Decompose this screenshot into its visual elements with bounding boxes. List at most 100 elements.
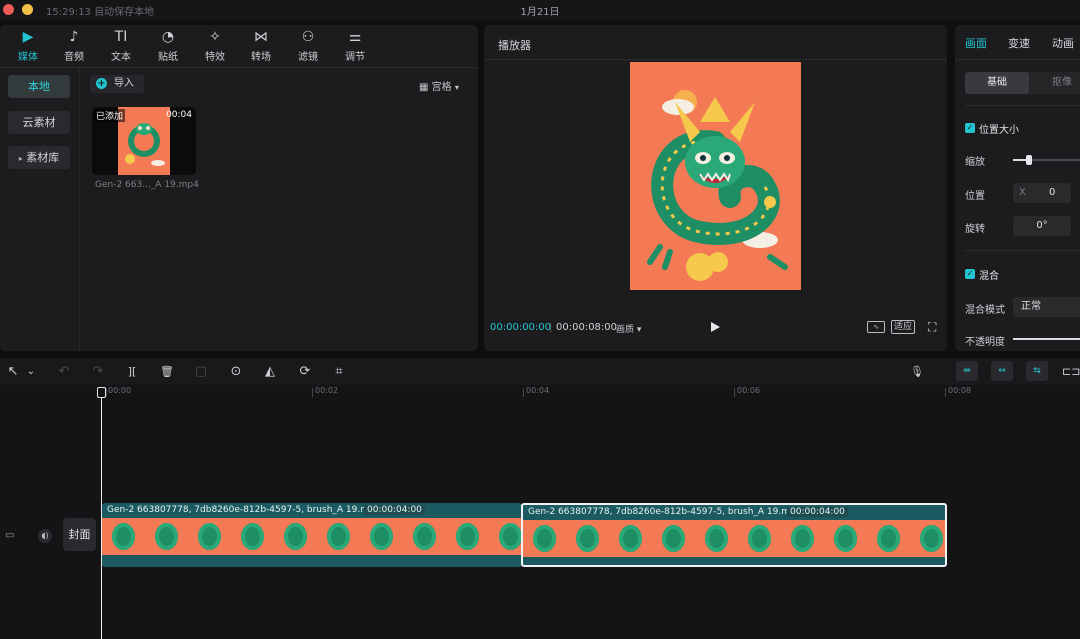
title-bar: 15:29:13 自动保存本地 1月21日 — [0, 0, 1080, 20]
scale-slider-handle[interactable] — [1026, 155, 1032, 165]
tab-effects[interactable]: ✧ 特效 — [195, 28, 235, 63]
tab-transition[interactable]: ⋈ 转场 — [241, 28, 281, 63]
clip-frame — [910, 520, 945, 557]
expand-arrow-icon: ▸ — [18, 154, 23, 163]
dragon-image — [125, 123, 165, 166]
cover-button[interactable]: 封面 — [63, 518, 96, 551]
blend-mode-label: 混合模式 — [965, 305, 1005, 316]
props-separator — [965, 105, 1080, 106]
clip-frame — [652, 520, 695, 557]
total-time: 00:00:08:00 — [556, 322, 618, 333]
props-divider — [955, 59, 1080, 60]
quality-dropdown[interactable]: 画质 ▾ — [616, 322, 641, 335]
tab-filter[interactable]: ⚇ 滤镜 — [288, 28, 328, 63]
snap-icon[interactable]: ⇔ — [991, 361, 1013, 381]
clip-frame — [867, 520, 910, 557]
ruler-label: 00:00 — [108, 386, 132, 395]
clip-frame — [360, 518, 403, 555]
select-tool-dropdown[interactable]: ⌄ — [22, 363, 40, 381]
clip-frame — [489, 518, 522, 555]
tab-audio-label: 音频 — [64, 52, 84, 63]
audio-icon: ♪ — [69, 29, 79, 45]
freeze-icon[interactable]: ▢ — [192, 363, 210, 381]
video-clip[interactable]: Gen-2 663807778, 7db8260e-812b-4597-5, b… — [102, 503, 522, 567]
tab-media-label: 媒体 — [18, 52, 38, 63]
track-mute-icon[interactable]: ◖) — [38, 529, 52, 543]
grid-icon: ▦ — [419, 82, 429, 93]
ruler-tick — [106, 388, 107, 397]
split-icon[interactable]: ][ — [123, 363, 141, 381]
media-thumbnail[interactable]: 已添加 00:04 — [92, 107, 196, 175]
tab-media[interactable]: ▶ 媒体 — [8, 28, 48, 63]
clip-frames — [102, 518, 522, 555]
video-clip-selected[interactable]: Gen-2 663807778, 7db8260e-812b-4597-5, b… — [521, 503, 947, 567]
tab-picture[interactable]: 画面 — [965, 35, 987, 51]
media-panel: ▶ 媒体 ♪ 音频 TI 文本 ◔ 贴纸 ✧ 特效 ⋈ 转场 ⚇ 滤镜 ⚌ 调节 — [0, 25, 478, 351]
tab-animation[interactable]: 动画 — [1052, 35, 1074, 51]
microphone-icon[interactable]: 🎙 — [908, 363, 926, 381]
playhead-handle[interactable] — [97, 387, 106, 398]
rotate-field[interactable]: 0° — [1013, 216, 1071, 236]
clip-frame — [231, 518, 274, 555]
clip-frame — [145, 518, 188, 555]
time-separator: | — [549, 322, 553, 333]
clip-frame — [566, 520, 609, 557]
time-ruler[interactable]: 00:00 00:02 00:04 00:06 00:08 — [100, 385, 1080, 399]
scale-label: 缩放 — [965, 157, 985, 168]
play-button[interactable] — [711, 322, 720, 332]
tab-adjust[interactable]: ⚌ 调节 — [335, 28, 375, 63]
blend-mode-select[interactable]: 正常 — [1013, 297, 1080, 317]
media-sidebar: 本地 云素材 ▸ 素材库 — [0, 68, 80, 351]
linkage-icon[interactable]: ⇹ — [956, 361, 978, 381]
waveform-icon[interactable]: ∿ — [867, 321, 885, 333]
rotate-icon[interactable]: ⟳ — [296, 363, 314, 381]
clip-frame — [781, 520, 824, 557]
reverse-icon[interactable]: ⊙ — [227, 363, 245, 381]
tab-speed[interactable]: 变速 — [1008, 35, 1030, 51]
sticker-icon: ◔ — [161, 29, 175, 45]
delete-icon[interactable]: 🗑 — [158, 363, 176, 381]
clip-duration: 00:00:04:00 — [787, 507, 848, 517]
segment-cutout[interactable]: 抠像 — [1029, 72, 1080, 94]
position-size-checkbox[interactable]: ✓ — [965, 123, 975, 133]
video-editor-window: 15:29:13 自动保存本地 1月21日 ▶ 媒体 ♪ 音频 TI 文本 ◔ … — [0, 0, 1080, 639]
preview-axis-icon[interactable]: ⊏⊐ — [1062, 363, 1080, 381]
adjust-icon: ⚌ — [348, 29, 362, 45]
sidebar-item-cloud[interactable]: 云素材 — [8, 111, 70, 134]
current-time: 00:00:00:00 — [490, 322, 552, 333]
position-x-value: 0 — [1049, 187, 1056, 198]
crop-icon[interactable]: ⌗ — [330, 363, 348, 381]
rotate-label: 旋转 — [965, 224, 985, 235]
fit-ratio-button[interactable]: 适应 — [891, 320, 915, 334]
blend-checkbox[interactable]: ✓ — [965, 269, 975, 279]
text-icon: TI — [114, 29, 128, 45]
filter-icon: ⚇ — [301, 29, 315, 45]
track-video-icon[interactable]: ▭ — [5, 530, 14, 541]
fullscreen-icon[interactable]: ⛶ — [928, 320, 936, 335]
undo-icon[interactable]: ↶ — [55, 363, 73, 381]
chevron-down-icon: ▾ — [454, 83, 459, 92]
redo-icon[interactable]: ↷ — [89, 363, 107, 381]
position-x-field[interactable]: X 0 — [1013, 183, 1071, 203]
project-title: 1月21日 — [520, 7, 560, 18]
opacity-slider[interactable] — [1013, 338, 1080, 340]
player-divider — [484, 59, 947, 60]
properties-panel: 画面 变速 动画 基础 抠像 ✓ 位置大小 缩放 位置 X 0 旋转 0° ✓ … — [955, 25, 1080, 351]
segment-basic[interactable]: 基础 — [965, 72, 1029, 94]
sidebar-item-local[interactable]: 本地 — [8, 75, 70, 98]
position-label: 位置 — [965, 191, 985, 202]
position-size-heading: 位置大小 — [979, 125, 1019, 136]
added-badge: 已添加 — [94, 109, 126, 122]
select-tool-icon[interactable]: ↖ — [4, 363, 22, 381]
preview-canvas[interactable] — [630, 62, 801, 290]
clip-frame — [188, 518, 231, 555]
sidebar-item-library[interactable]: ▸ 素材库 — [8, 146, 70, 169]
clip-title: Gen-2 663807778, 7db8260e-812b-4597-5, b… — [528, 507, 802, 517]
view-mode-dropdown[interactable]: ▦ 宫格 ▾ — [419, 78, 459, 93]
tab-text[interactable]: TI 文本 — [101, 28, 141, 63]
magnet-icon[interactable]: ⇆ — [1026, 361, 1048, 381]
tab-audio[interactable]: ♪ 音频 — [54, 28, 94, 63]
mirror-icon[interactable]: ◭ — [261, 363, 279, 381]
player-title: 播放器 — [498, 39, 531, 52]
tab-sticker[interactable]: ◔ 贴纸 — [148, 28, 188, 63]
